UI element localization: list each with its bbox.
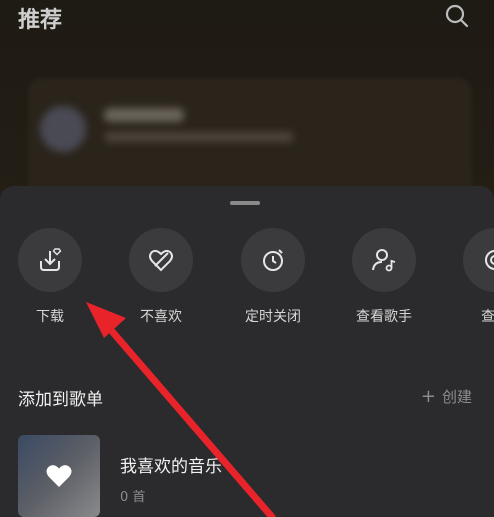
view-singer-button[interactable]: 查看歌手 [342,228,426,326]
singer-icon [352,228,416,292]
blurred-text [104,132,294,142]
download-icon [18,228,82,292]
create-label: 创建 [441,388,472,406]
action-bottom-sheet: 下载 不喜欢 定时关闭 查看歌手 查 添加到歌单 + 创建 我喜欢的音乐 0 首 [0,186,494,517]
search-icon[interactable] [444,3,470,29]
section-title: 添加到歌单 [18,390,103,410]
playlist-name[interactable]: 我喜欢的音乐 [120,452,222,477]
plus-icon: + [420,386,436,407]
more-action-label: 查看 [481,309,494,325]
playlist-count: 0 首 [120,490,146,505]
more-icon [463,228,494,292]
page-title: 推荐 [18,8,63,33]
dislike-button[interactable]: 不喜欢 [119,228,203,326]
sleep-timer-button[interactable]: 定时关闭 [231,228,315,326]
sleep-timer-label: 定时关闭 [245,309,301,325]
background-page: 推荐 [0,0,494,200]
dislike-label: 不喜欢 [140,309,182,325]
heart-icon [46,465,72,487]
avatar [40,106,86,152]
blurred-text [104,108,184,122]
drag-handle[interactable] [230,201,260,205]
create-playlist-button[interactable]: + 创建 [421,386,472,407]
more-action-button[interactable]: 查看 [453,228,494,326]
dislike-heart-icon [129,228,193,292]
view-singer-label: 查看歌手 [356,309,412,325]
playlist-cover[interactable] [18,435,100,517]
timer-icon [241,228,305,292]
download-label: 下载 [36,309,64,325]
download-button[interactable]: 下载 [8,228,92,326]
